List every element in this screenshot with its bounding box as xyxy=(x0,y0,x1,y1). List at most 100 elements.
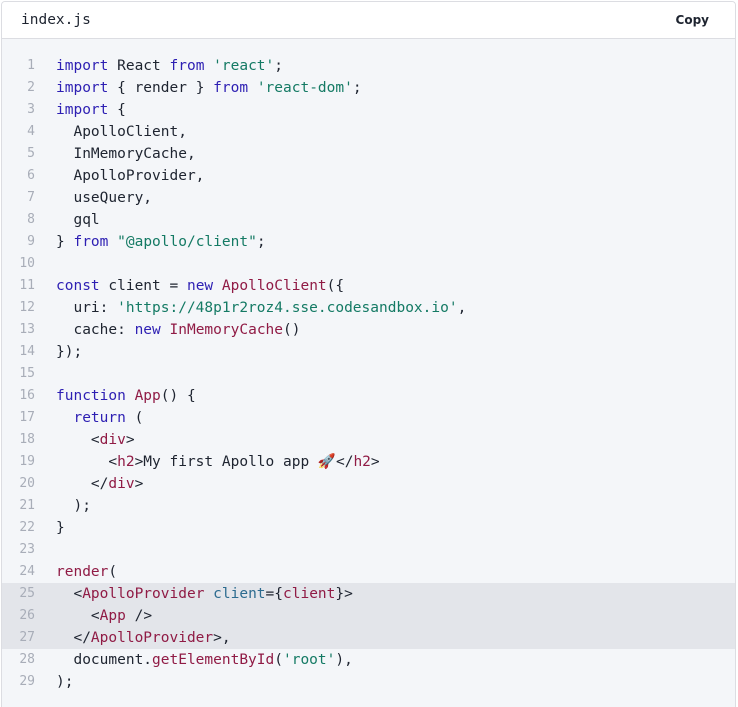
copy-button[interactable]: Copy xyxy=(676,13,709,27)
line-number: 5 xyxy=(27,146,35,161)
code-token: { xyxy=(108,102,126,118)
code-token: ), xyxy=(335,652,353,668)
line-number: 10 xyxy=(19,256,35,271)
code-token: new xyxy=(186,278,214,294)
code-line-text: ApolloProvider, xyxy=(56,165,204,187)
code-line: 26 <App /> xyxy=(2,605,735,627)
code-token: ( xyxy=(108,564,118,580)
code-token: uri: xyxy=(56,300,118,316)
line-number: 22 xyxy=(19,520,35,535)
code-token: useQuery, xyxy=(56,190,153,206)
code-token: render xyxy=(56,564,109,580)
code-line-text: } xyxy=(56,517,65,539)
code-line: 3 import { xyxy=(2,99,735,121)
code-token: const xyxy=(56,278,100,294)
code-token: < xyxy=(56,454,118,470)
code-token: cache: xyxy=(56,322,135,338)
code-token: function xyxy=(56,388,126,404)
code-line: 8 gql xyxy=(2,209,735,231)
code-line-text: </ApolloProvider>, xyxy=(56,627,230,649)
line-number: 26 xyxy=(19,608,35,623)
code-line: 29); xyxy=(2,671,735,693)
code-token: }> xyxy=(335,586,353,602)
code-line-text: </div> xyxy=(56,473,143,495)
code-token: ); xyxy=(56,498,91,514)
code-line: 12 uri: 'https://48p1r2roz4.sse.codesand… xyxy=(2,297,735,319)
line-number: 13 xyxy=(19,322,35,337)
code-token: import xyxy=(56,58,109,74)
code-token: >My first Apollo app xyxy=(134,454,318,470)
code-line: 13 cache: new InMemoryCache() xyxy=(2,319,735,341)
code-token: gql xyxy=(56,212,100,228)
code-token: 'react' xyxy=(213,58,275,74)
code-token: ={ xyxy=(265,586,284,602)
line-number: 23 xyxy=(19,542,35,557)
line-number: 12 xyxy=(19,300,35,315)
code-token: > xyxy=(125,432,135,448)
code-line-text: import React from 'react'; xyxy=(56,55,283,77)
code-token: </ xyxy=(335,454,354,470)
code-line: 25 <ApolloProvider client={client}> xyxy=(2,583,735,605)
code-token: ApolloProvider xyxy=(82,586,205,602)
code-line-text: import { render } from 'react-dom'; xyxy=(56,77,362,99)
line-number: 15 xyxy=(19,366,35,381)
code-token: ({ xyxy=(326,278,345,294)
code-line: 22} xyxy=(2,517,735,539)
code-token: 'https://48p1r2roz4.sse.codesandbox.io' xyxy=(117,300,458,316)
line-number: 14 xyxy=(19,344,35,359)
line-number: 2 xyxy=(27,80,35,95)
code-line: 17 return ( xyxy=(2,407,735,429)
code-token: ApolloClient, xyxy=(56,124,187,140)
line-number: 6 xyxy=(27,168,35,183)
code-token: }); xyxy=(56,344,83,360)
code-line-text: document.getElementById('root'), xyxy=(56,649,353,671)
code-token: < xyxy=(56,586,83,602)
file-name: index.js xyxy=(21,12,91,28)
code-token: 'react-dom' xyxy=(256,80,353,96)
code-token: ApolloClient xyxy=(221,278,327,294)
code-token: } xyxy=(56,520,65,536)
code-token: ); xyxy=(56,674,74,690)
code-line: 23 xyxy=(2,539,735,561)
code-line: 11 const client = new ApolloClient({ xyxy=(2,275,735,297)
code-block: index.js Copy 1 import React from 'react'… xyxy=(1,1,736,707)
line-number: 24 xyxy=(19,564,35,579)
code-line-text: ApolloClient, xyxy=(56,121,187,143)
code-line-text: <App /> xyxy=(56,605,152,627)
code-line-text: return ( xyxy=(56,407,143,429)
code-token: client = xyxy=(99,278,187,294)
code-line: 16 function App() { xyxy=(2,385,735,407)
code-line: 21 ); xyxy=(2,495,735,517)
code-line-text: const client = new ApolloClient({ xyxy=(56,275,344,297)
code-line: 28 document.getElementById('root'), xyxy=(2,649,735,671)
code-area[interactable]: 1 import React from 'react'; 2 import { ren… xyxy=(2,39,735,707)
line-number: 7 xyxy=(27,190,35,205)
line-number: 27 xyxy=(19,630,35,645)
code-token: "@apollo/client" xyxy=(117,234,257,250)
line-number: 20 xyxy=(19,476,35,491)
code-token: h2 xyxy=(353,454,371,470)
code-line-text: gql xyxy=(56,209,100,231)
code-line: 1 import React from 'react'; xyxy=(2,55,735,77)
code-token: ApolloProvider xyxy=(90,630,214,646)
code-token: getElementById xyxy=(152,652,275,668)
line-number: 11 xyxy=(19,278,35,293)
code-line: 9} from "@apollo/client"; xyxy=(2,231,735,253)
code-token: App xyxy=(134,388,161,404)
code-token: App xyxy=(99,608,126,624)
code-token: InMemoryCache, xyxy=(56,146,196,162)
code-token: /> xyxy=(125,608,153,624)
code-token: { render } xyxy=(108,80,214,96)
code-line-text: function App() { xyxy=(56,385,196,407)
code-line: 6 ApolloProvider, xyxy=(2,165,735,187)
line-number: 18 xyxy=(19,432,35,447)
code-line-text: ); xyxy=(56,671,73,693)
code-token: ApolloProvider, xyxy=(56,168,205,184)
code-line-text: <h2>My first Apollo app 🚀</h2> xyxy=(56,451,379,473)
